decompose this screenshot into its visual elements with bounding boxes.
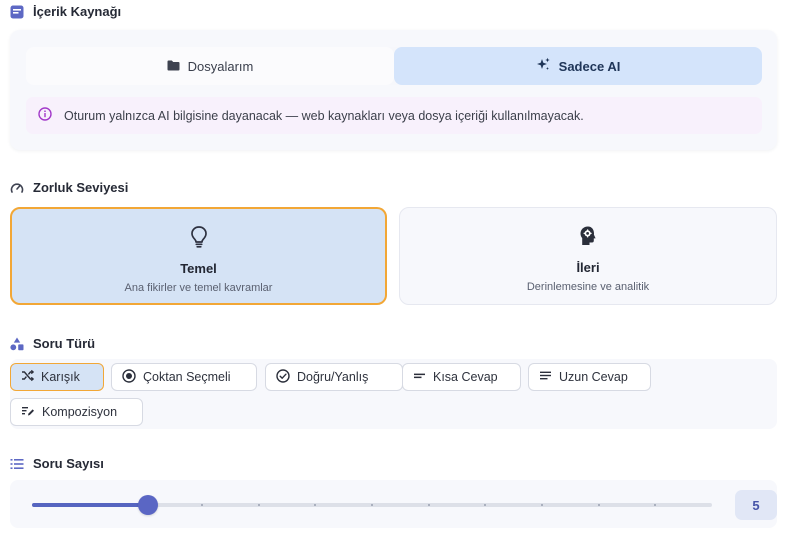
long-text-icon [539,369,552,385]
question-count-card: 5 [10,480,777,528]
slider-tick [541,504,543,506]
content-source-title: İçerik Kaynağı [33,4,122,19]
lightbulb-icon [190,225,208,249]
question-type-essay[interactable]: Kompozisyon [10,398,143,426]
content-source-heading: İçerik Kaynağı [10,4,121,19]
difficulty-option-title: İleri [576,260,600,275]
question-count-value[interactable]: 5 [735,490,777,520]
source-info-text: Oturum yalnızca AI bilgisine dayanacak —… [64,108,584,123]
slider-tick [257,504,260,506]
short-text-icon [413,369,426,385]
source-info-banner: Oturum yalnızca AI bilgisine dayanacak —… [26,97,762,134]
source-segmented-control: Dosyalarım Sadece AI [26,47,762,85]
content-source-card: Dosyalarım Sadece AI Oturum yalnızca AI … [10,30,777,150]
folder-icon [167,59,180,74]
slider-fill [32,503,148,507]
source-option-label: Sadece AI [558,58,621,74]
difficulty-option-advanced[interactable]: İleri Derinlemesine ve analitik [399,207,777,305]
source-option-label: Dosyalarım [187,58,254,74]
radio-selected-icon [122,368,136,386]
question-type-long-answer[interactable]: Uzun Cevap [528,363,651,391]
question-type-card: Karışık Çoktan Seçmeli Doğru/Yanlış Kısa… [10,359,777,429]
slider-tick [427,504,430,506]
edit-note-icon [21,404,35,420]
question-type-short-answer[interactable]: Kısa Cevap [402,363,521,391]
slider-tick [201,504,203,506]
gauge-icon [10,181,24,195]
question-type-title: Soru Türü [33,336,96,351]
question-count-heading: Soru Sayısı [10,456,104,471]
question-type-label: Uzun Cevap [559,370,628,384]
question-type-label: Karışık [41,370,80,384]
difficulty-option-title: Temel [180,261,217,276]
question-count-title: Soru Sayısı [33,456,104,471]
check-circle-icon [276,368,290,386]
list-icon [10,457,24,471]
difficulty-heading: Zorluk Seviyesi [10,180,128,195]
sparkles-icon [536,57,551,75]
difficulty-option-description: Ana fikirler ve temel kavramlar [124,282,273,294]
question-type-heading: Soru Türü [10,336,95,351]
question-type-mixed[interactable]: Karışık [10,363,104,391]
difficulty-title: Zorluk Seviyesi [33,180,129,195]
shuffle-icon [21,369,35,385]
question-type-label: Kısa Cevap [433,370,498,384]
source-option-ai-only[interactable]: Sadece AI [394,47,762,85]
shapes-icon [10,337,24,351]
info-circle-icon [38,107,52,124]
question-type-true-false[interactable]: Doğru/Yanlış [265,363,403,391]
document-list-icon [10,5,24,19]
slider-tick [597,504,600,506]
question-type-label: Kompozisyon [42,405,118,419]
slider-thumb[interactable] [137,495,158,515]
question-type-label: Çoktan Seçmeli [143,370,231,384]
question-type-label: Doğru/Yanlış [297,370,369,384]
slider-tick [371,504,373,506]
head-gear-icon [578,224,598,248]
difficulty-option-basic[interactable]: Temel Ana fikirler ve temel kavramlar [10,207,387,305]
question-type-multiple-choice[interactable]: Çoktan Seçmeli [111,363,257,391]
difficulty-option-description: Derinlemesine ve analitik [526,281,650,293]
source-option-my-files[interactable]: Dosyalarım [26,47,394,85]
